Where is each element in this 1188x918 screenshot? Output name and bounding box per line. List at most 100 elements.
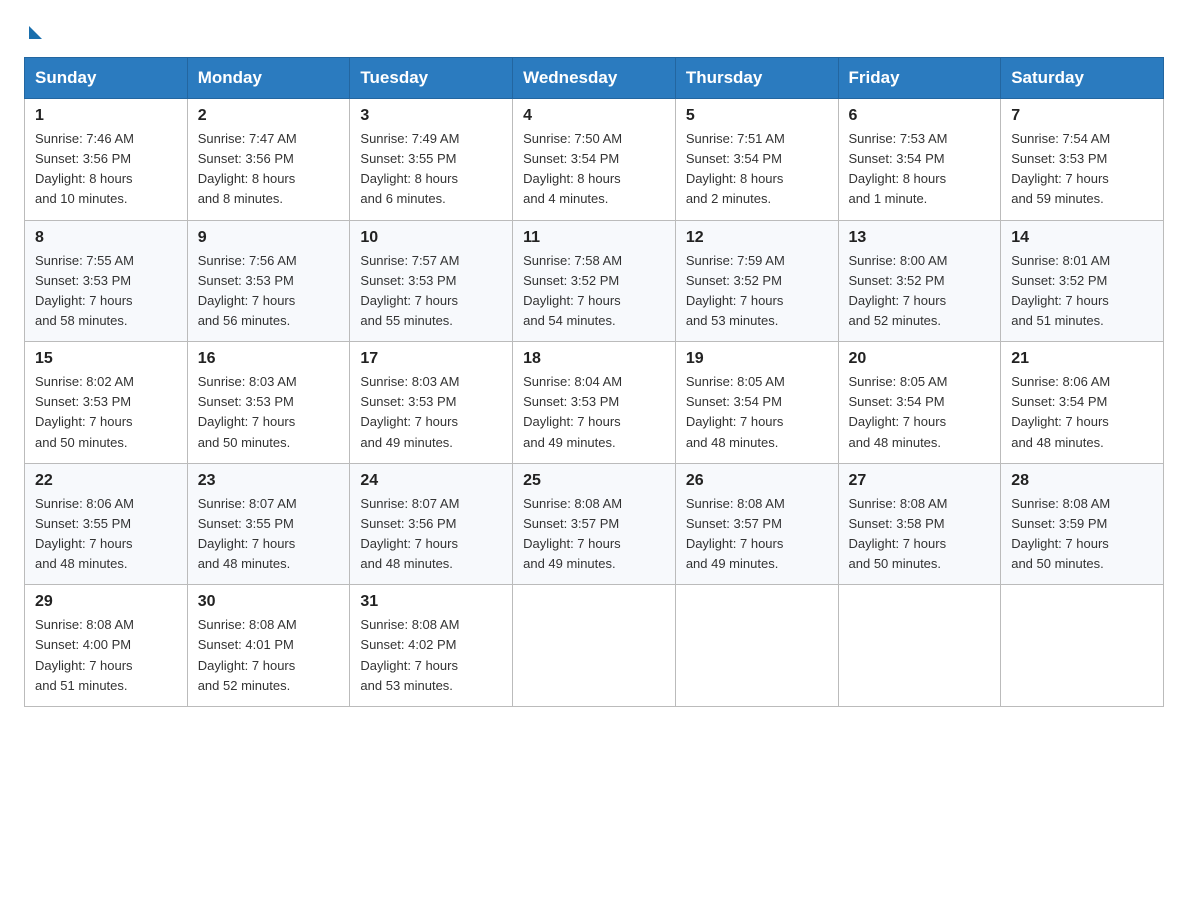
day-number: 18 bbox=[523, 350, 665, 368]
day-info: Sunrise: 8:08 AMSunset: 4:00 PMDaylight:… bbox=[35, 615, 177, 696]
calendar-cell: 4 Sunrise: 7:50 AMSunset: 3:54 PMDayligh… bbox=[513, 99, 676, 221]
day-info: Sunrise: 7:51 AMSunset: 3:54 PMDaylight:… bbox=[686, 129, 828, 210]
calendar-cell: 6 Sunrise: 7:53 AMSunset: 3:54 PMDayligh… bbox=[838, 99, 1001, 221]
calendar-cell: 28 Sunrise: 8:08 AMSunset: 3:59 PMDaylig… bbox=[1001, 463, 1164, 585]
calendar-cell: 23 Sunrise: 8:07 AMSunset: 3:55 PMDaylig… bbox=[187, 463, 350, 585]
day-number: 11 bbox=[523, 229, 665, 247]
calendar-cell: 25 Sunrise: 8:08 AMSunset: 3:57 PMDaylig… bbox=[513, 463, 676, 585]
day-info: Sunrise: 7:57 AMSunset: 3:53 PMDaylight:… bbox=[360, 251, 502, 332]
day-number: 30 bbox=[198, 593, 340, 611]
day-info: Sunrise: 7:50 AMSunset: 3:54 PMDaylight:… bbox=[523, 129, 665, 210]
day-number: 27 bbox=[849, 472, 991, 490]
day-number: 14 bbox=[1011, 229, 1153, 247]
day-number: 16 bbox=[198, 350, 340, 368]
header-monday: Monday bbox=[187, 58, 350, 99]
header-tuesday: Tuesday bbox=[350, 58, 513, 99]
calendar-cell bbox=[675, 585, 838, 707]
calendar-cell: 10 Sunrise: 7:57 AMSunset: 3:53 PMDaylig… bbox=[350, 220, 513, 342]
header-friday: Friday bbox=[838, 58, 1001, 99]
calendar-cell: 27 Sunrise: 8:08 AMSunset: 3:58 PMDaylig… bbox=[838, 463, 1001, 585]
calendar-cell: 2 Sunrise: 7:47 AMSunset: 3:56 PMDayligh… bbox=[187, 99, 350, 221]
calendar-cell: 20 Sunrise: 8:05 AMSunset: 3:54 PMDaylig… bbox=[838, 342, 1001, 464]
calendar-cell: 29 Sunrise: 8:08 AMSunset: 4:00 PMDaylig… bbox=[25, 585, 188, 707]
day-info: Sunrise: 8:04 AMSunset: 3:53 PMDaylight:… bbox=[523, 372, 665, 453]
calendar-cell: 9 Sunrise: 7:56 AMSunset: 3:53 PMDayligh… bbox=[187, 220, 350, 342]
day-number: 6 bbox=[849, 107, 991, 125]
calendar-cell: 14 Sunrise: 8:01 AMSunset: 3:52 PMDaylig… bbox=[1001, 220, 1164, 342]
header-thursday: Thursday bbox=[675, 58, 838, 99]
calendar-header-row: SundayMondayTuesdayWednesdayThursdayFrid… bbox=[25, 58, 1164, 99]
day-info: Sunrise: 8:08 AMSunset: 4:01 PMDaylight:… bbox=[198, 615, 340, 696]
calendar-cell: 19 Sunrise: 8:05 AMSunset: 3:54 PMDaylig… bbox=[675, 342, 838, 464]
logo bbox=[24, 24, 42, 39]
day-info: Sunrise: 8:08 AMSunset: 3:57 PMDaylight:… bbox=[523, 494, 665, 575]
day-info: Sunrise: 7:59 AMSunset: 3:52 PMDaylight:… bbox=[686, 251, 828, 332]
day-number: 25 bbox=[523, 472, 665, 490]
calendar-cell: 8 Sunrise: 7:55 AMSunset: 3:53 PMDayligh… bbox=[25, 220, 188, 342]
day-number: 7 bbox=[1011, 107, 1153, 125]
calendar-cell: 7 Sunrise: 7:54 AMSunset: 3:53 PMDayligh… bbox=[1001, 99, 1164, 221]
calendar-cell: 1 Sunrise: 7:46 AMSunset: 3:56 PMDayligh… bbox=[25, 99, 188, 221]
calendar-week-row: 15 Sunrise: 8:02 AMSunset: 3:53 PMDaylig… bbox=[25, 342, 1164, 464]
day-number: 28 bbox=[1011, 472, 1153, 490]
day-number: 1 bbox=[35, 107, 177, 125]
day-info: Sunrise: 8:06 AMSunset: 3:55 PMDaylight:… bbox=[35, 494, 177, 575]
day-info: Sunrise: 8:07 AMSunset: 3:56 PMDaylight:… bbox=[360, 494, 502, 575]
calendar-cell: 26 Sunrise: 8:08 AMSunset: 3:57 PMDaylig… bbox=[675, 463, 838, 585]
day-number: 4 bbox=[523, 107, 665, 125]
calendar-cell: 5 Sunrise: 7:51 AMSunset: 3:54 PMDayligh… bbox=[675, 99, 838, 221]
calendar-cell: 30 Sunrise: 8:08 AMSunset: 4:01 PMDaylig… bbox=[187, 585, 350, 707]
day-info: Sunrise: 7:47 AMSunset: 3:56 PMDaylight:… bbox=[198, 129, 340, 210]
day-number: 3 bbox=[360, 107, 502, 125]
day-info: Sunrise: 8:08 AMSunset: 4:02 PMDaylight:… bbox=[360, 615, 502, 696]
page-header bbox=[24, 24, 1164, 39]
day-info: Sunrise: 7:58 AMSunset: 3:52 PMDaylight:… bbox=[523, 251, 665, 332]
day-info: Sunrise: 8:06 AMSunset: 3:54 PMDaylight:… bbox=[1011, 372, 1153, 453]
day-number: 23 bbox=[198, 472, 340, 490]
day-info: Sunrise: 7:54 AMSunset: 3:53 PMDaylight:… bbox=[1011, 129, 1153, 210]
calendar-cell: 3 Sunrise: 7:49 AMSunset: 3:55 PMDayligh… bbox=[350, 99, 513, 221]
day-number: 12 bbox=[686, 229, 828, 247]
day-number: 29 bbox=[35, 593, 177, 611]
day-number: 21 bbox=[1011, 350, 1153, 368]
day-info: Sunrise: 8:02 AMSunset: 3:53 PMDaylight:… bbox=[35, 372, 177, 453]
day-number: 17 bbox=[360, 350, 502, 368]
day-info: Sunrise: 8:07 AMSunset: 3:55 PMDaylight:… bbox=[198, 494, 340, 575]
day-number: 2 bbox=[198, 107, 340, 125]
day-info: Sunrise: 7:53 AMSunset: 3:54 PMDaylight:… bbox=[849, 129, 991, 210]
header-wednesday: Wednesday bbox=[513, 58, 676, 99]
calendar-cell: 12 Sunrise: 7:59 AMSunset: 3:52 PMDaylig… bbox=[675, 220, 838, 342]
day-number: 5 bbox=[686, 107, 828, 125]
header-saturday: Saturday bbox=[1001, 58, 1164, 99]
calendar-cell bbox=[1001, 585, 1164, 707]
day-number: 8 bbox=[35, 229, 177, 247]
calendar-cell: 13 Sunrise: 8:00 AMSunset: 3:52 PMDaylig… bbox=[838, 220, 1001, 342]
day-number: 31 bbox=[360, 593, 502, 611]
calendar-cell bbox=[838, 585, 1001, 707]
day-info: Sunrise: 8:08 AMSunset: 3:57 PMDaylight:… bbox=[686, 494, 828, 575]
day-number: 15 bbox=[35, 350, 177, 368]
day-number: 10 bbox=[360, 229, 502, 247]
calendar-cell: 16 Sunrise: 8:03 AMSunset: 3:53 PMDaylig… bbox=[187, 342, 350, 464]
day-number: 13 bbox=[849, 229, 991, 247]
day-number: 26 bbox=[686, 472, 828, 490]
day-info: Sunrise: 8:03 AMSunset: 3:53 PMDaylight:… bbox=[360, 372, 502, 453]
day-info: Sunrise: 7:56 AMSunset: 3:53 PMDaylight:… bbox=[198, 251, 340, 332]
calendar-cell bbox=[513, 585, 676, 707]
calendar-week-row: 1 Sunrise: 7:46 AMSunset: 3:56 PMDayligh… bbox=[25, 99, 1164, 221]
day-number: 22 bbox=[35, 472, 177, 490]
calendar-cell: 15 Sunrise: 8:02 AMSunset: 3:53 PMDaylig… bbox=[25, 342, 188, 464]
day-info: Sunrise: 7:49 AMSunset: 3:55 PMDaylight:… bbox=[360, 129, 502, 210]
calendar-cell: 18 Sunrise: 8:04 AMSunset: 3:53 PMDaylig… bbox=[513, 342, 676, 464]
day-info: Sunrise: 8:03 AMSunset: 3:53 PMDaylight:… bbox=[198, 372, 340, 453]
day-info: Sunrise: 8:05 AMSunset: 3:54 PMDaylight:… bbox=[849, 372, 991, 453]
calendar-week-row: 8 Sunrise: 7:55 AMSunset: 3:53 PMDayligh… bbox=[25, 220, 1164, 342]
calendar-cell: 11 Sunrise: 7:58 AMSunset: 3:52 PMDaylig… bbox=[513, 220, 676, 342]
calendar-cell: 22 Sunrise: 8:06 AMSunset: 3:55 PMDaylig… bbox=[25, 463, 188, 585]
day-info: Sunrise: 8:05 AMSunset: 3:54 PMDaylight:… bbox=[686, 372, 828, 453]
calendar-week-row: 29 Sunrise: 8:08 AMSunset: 4:00 PMDaylig… bbox=[25, 585, 1164, 707]
day-info: Sunrise: 8:01 AMSunset: 3:52 PMDaylight:… bbox=[1011, 251, 1153, 332]
day-number: 9 bbox=[198, 229, 340, 247]
calendar-table: SundayMondayTuesdayWednesdayThursdayFrid… bbox=[24, 57, 1164, 707]
day-info: Sunrise: 7:46 AMSunset: 3:56 PMDaylight:… bbox=[35, 129, 177, 210]
